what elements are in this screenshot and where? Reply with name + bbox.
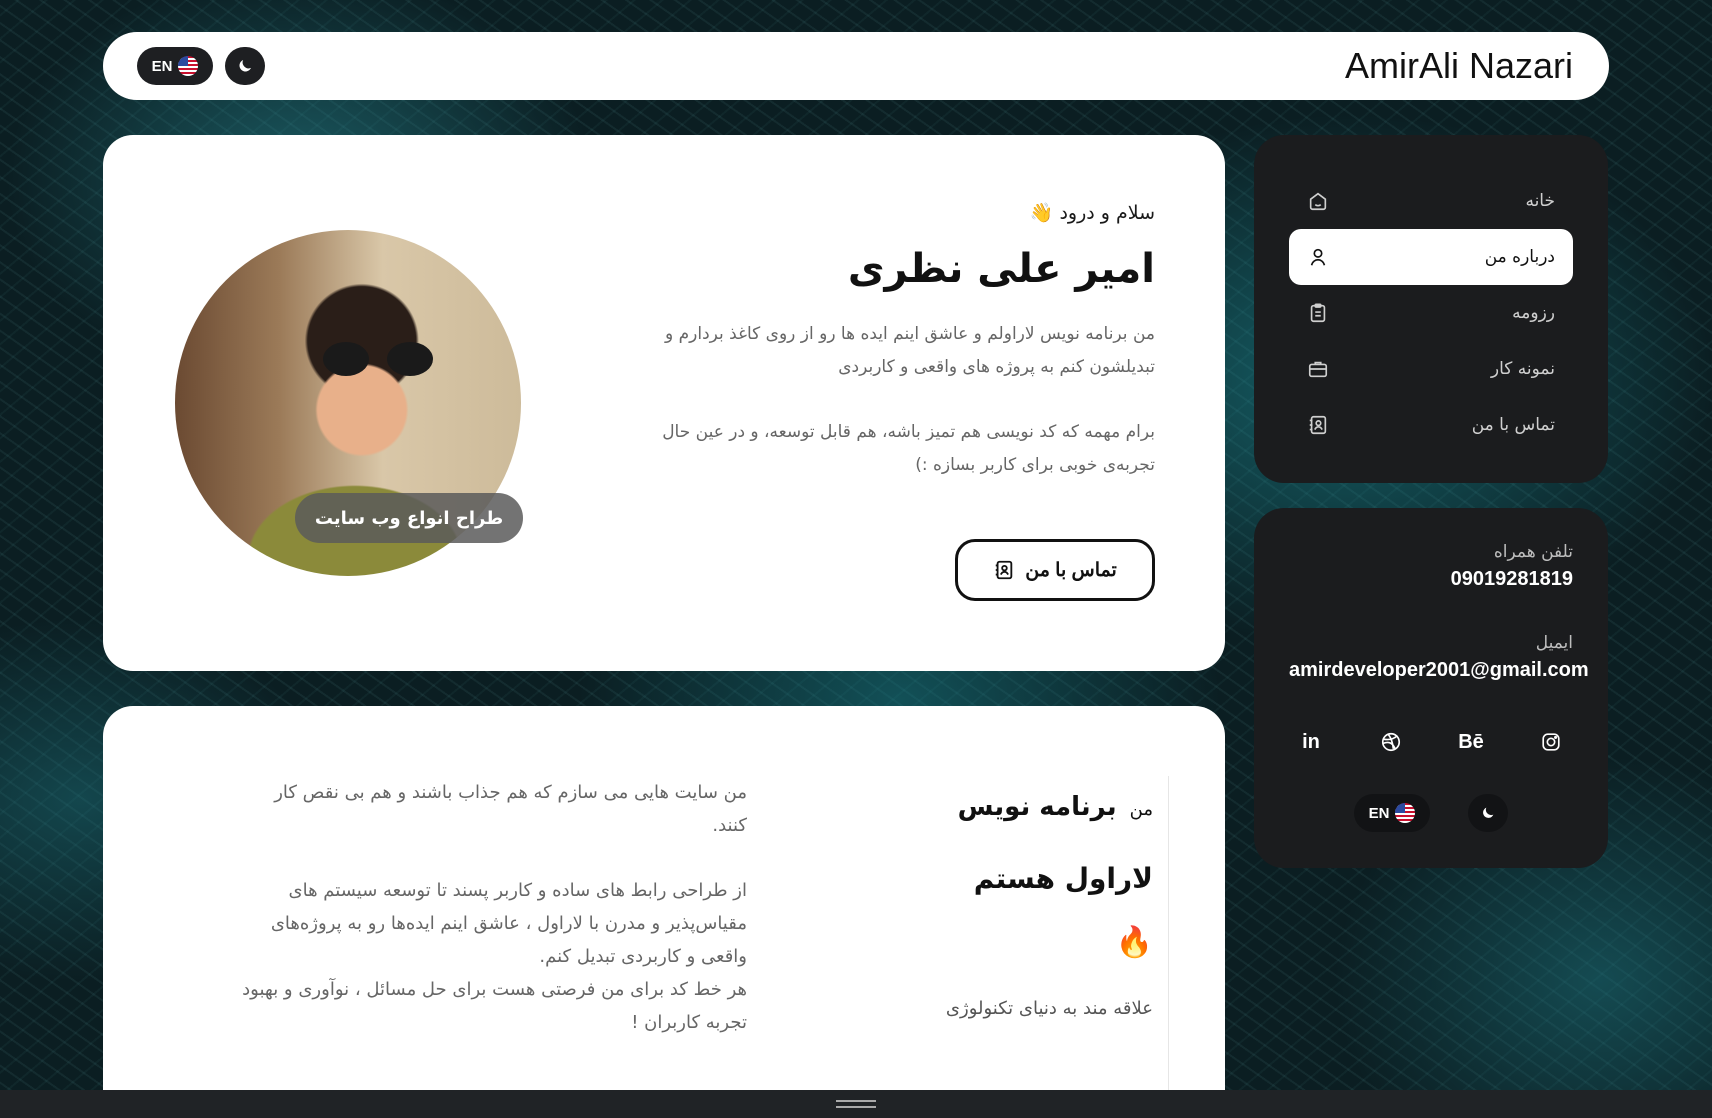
sidebar-item-label: رزومه xyxy=(1512,303,1555,323)
header-controls: EN xyxy=(137,47,265,85)
contact-info-card: تلفن همراه 09019281819 ایمیل amirdevelop… xyxy=(1254,508,1608,868)
top-header: EN AmirAli Nazari xyxy=(103,32,1609,100)
home-icon xyxy=(1307,190,1329,212)
linkedin-icon[interactable]: in xyxy=(1291,722,1331,762)
sidebar-nav: خانه درباره من رزومه نمونه کار تماس با م… xyxy=(1254,135,1608,483)
briefcase-icon xyxy=(1307,358,1329,380)
page-title: امیر علی نظری xyxy=(847,246,1155,292)
sidebar-item-resume[interactable]: رزومه xyxy=(1289,285,1573,341)
language-label: EN xyxy=(1368,804,1390,822)
about-paragraph-1: من سایت هایی می سازم که هم جذاب باشند و … xyxy=(274,782,747,836)
role-title: برنامه نویس xyxy=(957,792,1117,822)
us-flag-icon xyxy=(1395,803,1416,823)
about-description: من سایت هایی می سازم که هم جذاب باشند و … xyxy=(237,776,747,1039)
behance-icon[interactable]: Bē xyxy=(1451,722,1491,762)
site-brand[interactable]: AmirAli Nazari xyxy=(1345,45,1573,87)
sidebar-item-label: تماس با من xyxy=(1471,415,1555,435)
instagram-icon[interactable] xyxy=(1531,722,1571,762)
card-controls: EN xyxy=(1289,794,1573,832)
language-toggle[interactable]: EN xyxy=(1354,794,1430,832)
theme-toggle[interactable] xyxy=(1468,794,1508,832)
sidebar-item-label: خانه xyxy=(1525,191,1555,211)
user-icon xyxy=(1307,246,1329,268)
contacts-icon xyxy=(1307,414,1329,436)
email-label: ایمیل xyxy=(1535,633,1573,653)
sidebar-item-label: درباره من xyxy=(1484,247,1555,267)
phone-label: تلفن همراه xyxy=(1493,542,1573,562)
role-prefix: من xyxy=(1129,799,1153,820)
about-card: من برنامه نویس لاراول هستم 🔥 علاقه مند ب… xyxy=(103,706,1225,1118)
sidebar-item-home[interactable]: خانه xyxy=(1289,173,1573,229)
column-divider xyxy=(1168,776,1169,1118)
drag-handle-icon[interactable] xyxy=(836,1100,876,1108)
moon-icon xyxy=(1483,807,1494,818)
hero-card: طراح انواع وب سایت سلام و درود 👋 امیر عل… xyxy=(103,135,1225,671)
sidebar-item-label: نمونه کار xyxy=(1490,359,1555,379)
bio-paragraph-2: برام مهمه که کد نویسی هم تمیز باشه، هم ق… xyxy=(662,422,1155,475)
theme-toggle[interactable] xyxy=(225,47,265,85)
role-line-1: من برنامه نویس xyxy=(893,792,1153,822)
bottom-bar xyxy=(0,1090,1712,1118)
role-column: من برنامه نویس لاراول هستم 🔥 علاقه مند ب… xyxy=(893,792,1153,1019)
contact-button-label: تماس با من xyxy=(1025,559,1117,581)
email-address[interactable]: amirdeveloper2001@gmail.com xyxy=(1289,659,1589,682)
about-paragraph-2: از طراحی رابط های ساده و کاربر پسند تا ت… xyxy=(242,880,747,1033)
contacts-icon xyxy=(995,560,1013,580)
bio-paragraph-1: من برنامه نویس لاراولم و عاشق اینم ایده … xyxy=(665,324,1155,377)
language-toggle[interactable]: EN xyxy=(137,47,213,85)
sidebar-item-portfolio[interactable]: نمونه کار xyxy=(1289,341,1573,397)
role-line-2: لاراول هستم xyxy=(973,862,1153,895)
greeting: سلام و درود 👋 xyxy=(1029,202,1155,224)
dribbble-icon[interactable] xyxy=(1371,722,1411,762)
sidebar-item-about[interactable]: درباره من xyxy=(1289,229,1573,285)
avatar-role-badge: طراح انواع وب سایت xyxy=(295,493,523,543)
clipboard-icon xyxy=(1307,302,1329,324)
social-links: in Bē xyxy=(1289,722,1573,762)
phone-number[interactable]: 09019281819 xyxy=(1289,568,1573,591)
sidebar-item-contact[interactable]: تماس با من xyxy=(1289,397,1573,453)
fire-icon: 🔥 xyxy=(1115,925,1153,960)
interest-text: علاقه مند به دنیای تکنولوژی xyxy=(945,998,1153,1019)
hero-text: سلام و درود 👋 امیر علی نظری من برنامه نو… xyxy=(635,201,1155,482)
contact-me-button[interactable]: تماس با من xyxy=(955,539,1155,601)
sunglasses-graphic xyxy=(323,342,433,376)
language-label: EN xyxy=(151,57,173,75)
us-flag-icon xyxy=(178,56,199,76)
moon-icon xyxy=(239,60,251,72)
